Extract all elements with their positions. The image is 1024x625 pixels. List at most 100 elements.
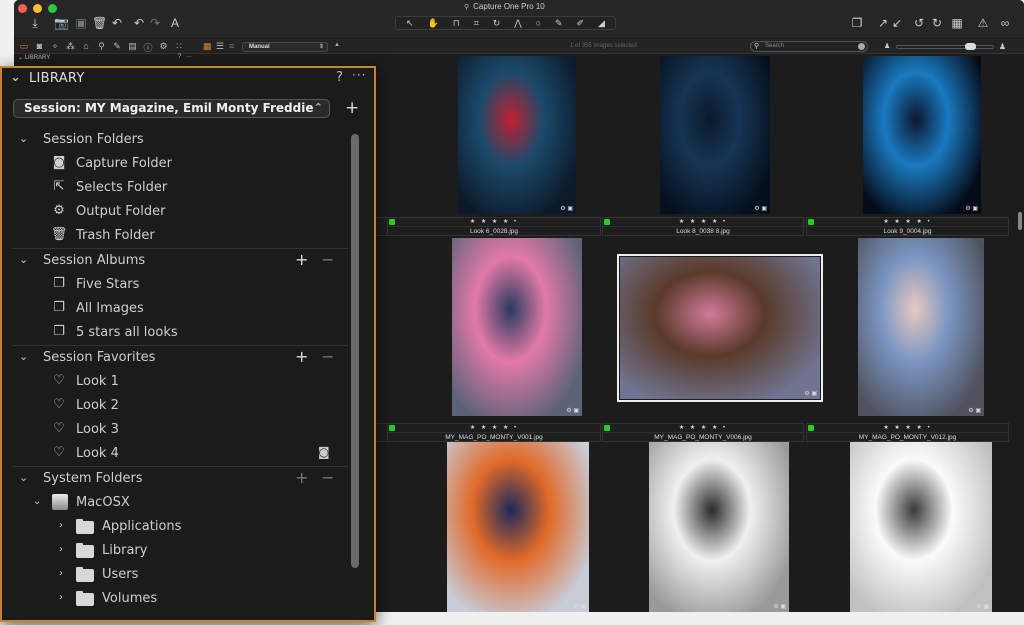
rotate-left-icon[interactable]: ↺: [912, 16, 926, 30]
rotate-tool-icon[interactable]: ↻: [493, 17, 501, 29]
folder-item[interactable]: › Applications: [2, 515, 348, 539]
section-session-favorites[interactable]: ⌄ Session Favorites + −: [2, 346, 348, 370]
tool-tab-metadata[interactable]: ▤: [127, 41, 139, 52]
chevron-right-icon[interactable]: ›: [59, 544, 63, 555]
grid-icon[interactable]: ▦: [950, 16, 964, 30]
tool-tab-adjust[interactable]: ✎: [111, 41, 123, 52]
volume-macosx[interactable]: ⌄ MacOSX: [2, 491, 348, 515]
crop-tool-icon[interactable]: ⌗: [474, 17, 479, 29]
thumbnail[interactable]: ⚙ ▣: [458, 56, 576, 214]
star-rating[interactable]: ★ ★ ★ ★ •: [603, 218, 803, 227]
copy-adjustments-icon[interactable]: ❐: [850, 16, 864, 30]
thumbnail[interactable]: ⚙ ▣: [649, 442, 789, 612]
tool-tab-color[interactable]: ⁂: [65, 41, 77, 52]
list-item[interactable]: ♡ Look 1: [2, 370, 348, 394]
tool-tab-details[interactable]: ⚲: [96, 41, 108, 52]
collapse-chevron-icon[interactable]: ⌄: [10, 70, 21, 85]
thumbnail[interactable]: ⚙ ▣: [863, 56, 981, 214]
search-input[interactable]: ⚲ Search: [750, 41, 868, 52]
thumbnail[interactable]: ⚙ ▣: [447, 442, 589, 612]
mini-help-icon[interactable]: ?: [178, 54, 181, 60]
mini-more-icon[interactable]: ···: [186, 54, 192, 60]
spot-tool-icon[interactable]: ○: [536, 17, 541, 29]
list-item[interactable]: ⇱ Selects Folder: [2, 176, 348, 200]
list-item[interactable]: ⚙ Output Folder: [2, 200, 348, 224]
folder-item[interactable]: › Library: [2, 539, 348, 563]
tool-tab-settings[interactable]: ⚙: [158, 41, 170, 52]
slider-track[interactable]: [896, 45, 994, 49]
picker-tool-icon[interactable]: ✎: [555, 17, 563, 29]
section-session-folders[interactable]: ⌄ Session Folders: [2, 128, 348, 152]
list-view-button[interactable]: ☰: [216, 41, 224, 52]
undo-icon[interactable]: ↶: [132, 16, 146, 30]
chevron-down-icon[interactable]: ⌄: [19, 350, 28, 363]
more-options-icon[interactable]: ···: [352, 68, 366, 82]
minimize-window-button[interactable]: [33, 4, 42, 13]
close-window-button[interactable]: [18, 4, 27, 13]
eraser-tool-icon[interactable]: ◢: [598, 17, 605, 29]
tool-tab-folder[interactable]: ▭: [18, 41, 30, 52]
list-item[interactable]: ❐ All Images: [2, 297, 348, 321]
list-item[interactable]: 🗑 Trash Folder: [2, 224, 348, 248]
slider-thumb[interactable]: [964, 43, 976, 50]
tool-tab-batch[interactable]: ∷: [173, 41, 185, 52]
panel-scrollbar[interactable]: [351, 134, 359, 568]
tool-tab-lens[interactable]: ⚬: [49, 41, 61, 52]
reset-icon[interactable]: ↶: [110, 16, 124, 30]
add-session-button[interactable]: +: [345, 98, 359, 118]
thumbnail[interactable]: ⚙ ▣: [452, 238, 582, 416]
grid-view-button[interactable]: ▦: [203, 41, 212, 52]
proof-icon[interactable]: ∞: [998, 16, 1012, 30]
chevron-down-icon[interactable]: ⌄: [19, 471, 28, 484]
capture-icon[interactable]: 📷: [54, 16, 69, 30]
add-button[interactable]: +: [295, 468, 308, 487]
add-button[interactable]: +: [295, 347, 308, 366]
tool-tab-camera[interactable]: ◙: [34, 41, 46, 51]
help-icon[interactable]: ?: [336, 70, 343, 85]
star-rating[interactable]: ★ ★ ★ ★ •: [388, 424, 600, 433]
folder-item[interactable]: › Users: [2, 563, 348, 587]
pick-adjustments-icon[interactable]: ↙: [890, 16, 904, 30]
trash-icon[interactable]: 🗑: [92, 16, 107, 30]
browser-scrollbar[interactable]: [1018, 212, 1022, 230]
section-session-albums[interactable]: ⌄ Session Albums + −: [2, 249, 348, 273]
list-item[interactable]: ◙ Capture Folder: [2, 152, 348, 176]
import-icon[interactable]: ⤓: [28, 16, 42, 30]
text-icon[interactable]: A: [168, 16, 182, 30]
zoom-window-button[interactable]: [48, 4, 57, 13]
list-item[interactable]: ♡ Look 3: [2, 418, 348, 442]
tool-tab-info[interactable]: ⓘ: [142, 41, 154, 54]
loupe-tool-icon[interactable]: ⊓: [453, 17, 460, 29]
star-rating[interactable]: ★ ★ ★ ★ •: [603, 424, 803, 433]
remove-button[interactable]: −: [321, 468, 334, 487]
star-rating[interactable]: ★ ★ ★ ★ •: [807, 218, 1008, 227]
add-button[interactable]: +: [295, 250, 308, 269]
chevron-down-icon[interactable]: ⌄: [19, 253, 28, 266]
redo-icon[interactable]: ↷: [148, 16, 162, 30]
pan-tool-icon[interactable]: ✋: [428, 17, 439, 29]
thumbnail-size-slider[interactable]: ♟ ♟: [884, 42, 1006, 51]
chevron-down-icon[interactable]: ⌄: [19, 132, 28, 145]
folder-item[interactable]: › Volumes: [2, 587, 348, 611]
filmstrip-view-button[interactable]: ≡: [229, 41, 234, 51]
list-item[interactable]: ❐ Five Stars: [2, 273, 348, 297]
section-system-folders[interactable]: ⌄ System Folders + −: [2, 467, 348, 491]
list-item[interactable]: ♡ Look 4 ◙: [2, 442, 348, 466]
star-rating[interactable]: ★ ★ ★ ★ •: [388, 218, 600, 227]
exposure-warning-icon[interactable]: ⚠: [976, 16, 990, 30]
rotate-right-icon[interactable]: ↻: [930, 16, 944, 30]
list-item[interactable]: ❐ 5 stars all looks: [2, 321, 348, 345]
keystone-tool-icon[interactable]: ⋀: [514, 17, 521, 29]
clear-search-icon[interactable]: [858, 43, 865, 50]
thumbnail[interactable]: ⚙ ▣: [660, 56, 770, 214]
thumbnail-selected[interactable]: ⚙ ▣: [617, 254, 823, 402]
brush-tool-icon[interactable]: ✐: [577, 17, 585, 29]
sort-select[interactable]: Manual ⇕: [242, 42, 328, 52]
thumbnail[interactable]: ⚙ ▣: [850, 442, 992, 612]
chevron-right-icon[interactable]: ›: [59, 520, 63, 531]
star-rating[interactable]: ★ ★ ★ ★ •: [807, 424, 1008, 433]
chevron-right-icon[interactable]: ›: [59, 568, 63, 579]
thumbnail[interactable]: ⚙ ▣: [858, 238, 984, 416]
remove-button[interactable]: −: [321, 347, 334, 366]
chevron-down-icon[interactable]: ⌄: [33, 496, 41, 507]
